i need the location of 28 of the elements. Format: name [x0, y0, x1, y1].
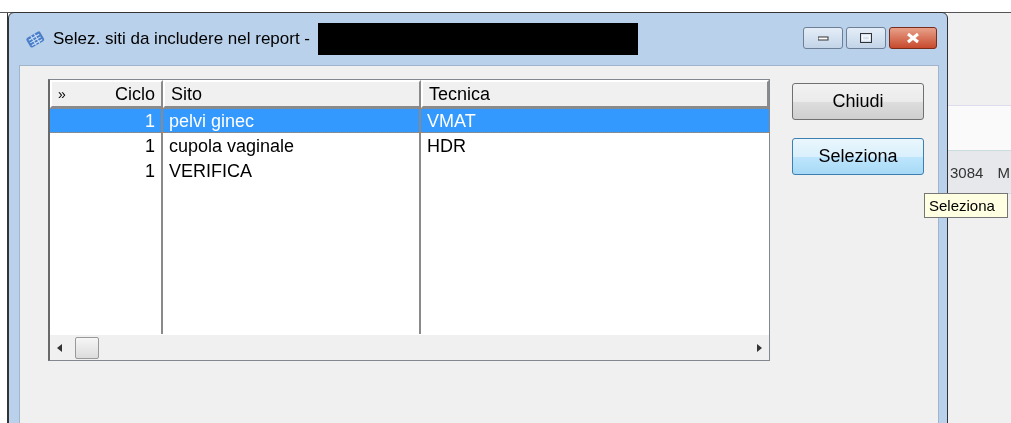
table-cell: cupola vaginale: [169, 136, 295, 155]
background-text: M: [997, 163, 1010, 181]
column-header[interactable]: Sito: [163, 80, 421, 108]
table-cell: 1: [145, 161, 155, 180]
table-cell: VERIFICA: [169, 161, 252, 180]
table-cell: 1: [145, 136, 155, 155]
dialog-button[interactable]: Seleziona: [792, 138, 924, 175]
background-text: 3084: [950, 163, 984, 181]
maximize-button[interactable]: [846, 27, 886, 49]
dialog-button[interactable]: Chiudi: [792, 83, 924, 120]
header-marker: »: [58, 86, 66, 102]
scroll-thumb[interactable]: [75, 336, 99, 359]
close-icon: [906, 32, 920, 44]
tooltip: Seleziona: [924, 193, 1008, 218]
column-header[interactable]: Tecnica: [421, 80, 769, 108]
scroll-right-icon: [756, 342, 763, 353]
close-button[interactable]: [889, 27, 937, 49]
minimize-icon: [817, 35, 829, 41]
scroll-left-icon: [56, 342, 63, 353]
header-label: Ciclo: [115, 83, 155, 105]
table-cell: HDR: [427, 136, 466, 155]
maximize-icon: [860, 33, 872, 43]
column-header[interactable]: » Ciclo: [50, 80, 163, 108]
horizontal-scrollbar[interactable]: [50, 334, 769, 360]
table-cell: VMAT: [427, 111, 476, 130]
table-cell: 1: [145, 111, 155, 130]
window-title: Selez. siti da includere nel report -: [53, 29, 311, 49]
table-cell: pelvi ginec: [169, 111, 255, 130]
